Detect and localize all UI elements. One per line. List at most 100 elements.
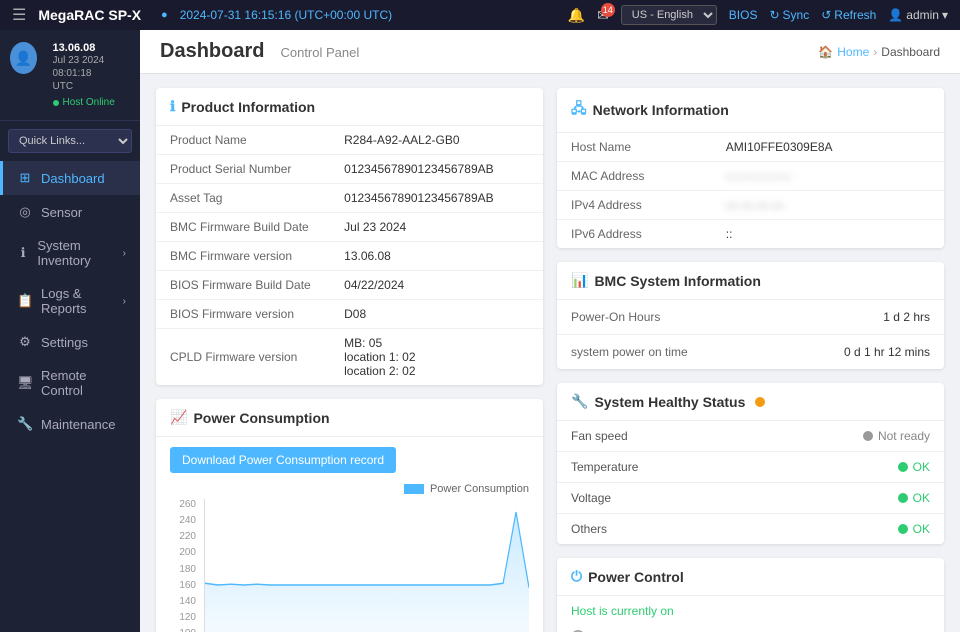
hamburger-icon[interactable]: ☰ <box>12 5 26 25</box>
row-value: 04/22/2024 <box>330 271 543 300</box>
table-row: Product NameR284-A92-AAL2-GB0 <box>156 126 543 155</box>
row-label: Host Name <box>557 133 712 162</box>
network-info-title: Network Information <box>593 102 729 118</box>
healthy-status: OK <box>898 491 930 505</box>
table-row: BMC Firmware Build DateJul 23 2024 <box>156 213 543 242</box>
power-consumption-header: 📈 Power Consumption <box>156 399 543 437</box>
row-value: --- --- --- --- <box>712 191 944 220</box>
breadcrumb-home-link[interactable]: Home <box>837 45 869 59</box>
chart-area: 260240220200180160140120100 <box>170 499 529 632</box>
healthy-status: OK <box>898 522 930 536</box>
topbar-time: 2024-07-31 16:15:16 (UTC+00:00 UTC) <box>180 8 392 22</box>
row-label: Product Serial Number <box>156 155 330 184</box>
bios-button[interactable]: BIOS <box>729 8 758 22</box>
nav-arrow-icon: › <box>123 296 126 307</box>
page-title: Dashboard <box>160 40 264 63</box>
healthy-status: OK <box>898 460 930 474</box>
product-info-title: Product Information <box>181 99 315 115</box>
system-healthy-card: 🔧 System Healthy Status Fan speed Not re… <box>557 383 944 544</box>
healthy-status: Not ready <box>863 429 930 443</box>
system-healthy-header: 🔧 System Healthy Status <box>557 383 944 421</box>
nav-label: Remote Control <box>41 368 126 398</box>
healthy-label: Fan speed <box>571 429 628 443</box>
breadcrumb-current: Dashboard <box>881 45 940 59</box>
row-value: 13.06.08 <box>330 242 543 271</box>
sidebar-item-remote-control[interactable]: 🖥 Remote Control <box>0 359 140 407</box>
yaxis-label: 160 <box>170 580 196 591</box>
chart-legend-label: Power Consumption <box>430 483 529 495</box>
product-info-header: ℹ Product Information <box>156 88 543 126</box>
mail-icon[interactable]: ✉ 14 <box>597 7 609 24</box>
nav-label: Sensor <box>41 205 82 220</box>
status-dot-icon <box>898 524 908 534</box>
power-option-row[interactable]: Power Off <box>557 624 944 632</box>
yaxis-label: 140 <box>170 596 196 607</box>
healthy-row: Temperature OK <box>557 452 944 483</box>
profile-datetime: Jul 23 2024 08:01:18 <box>53 54 130 80</box>
sidebar-item-dashboard[interactable]: ⊞ Dashboard <box>0 161 140 195</box>
yaxis-label: 180 <box>170 564 196 575</box>
status-text: OK <box>913 522 930 536</box>
host-status-dot <box>53 100 59 106</box>
row-label: BMC Firmware version <box>156 242 330 271</box>
row-label: BMC Firmware Build Date <box>156 213 330 242</box>
sidebar-item-logs-&-reports[interactable]: 📋 Logs & Reports › <box>0 277 140 325</box>
row-label: BIOS Firmware version <box>156 300 330 329</box>
bmc-value: 1 d 2 hrs <box>883 310 930 324</box>
power-control-card: ⏻ Power Control Host is currently on Pow… <box>557 558 944 632</box>
breadcrumb: 🏠 Home › Dashboard <box>818 45 940 59</box>
power-consumption-icon: 📈 <box>170 409 187 426</box>
row-value-blurred: -- -- -- -- -- -- <box>726 169 791 183</box>
yaxis-label: 220 <box>170 531 196 542</box>
sidebar-item-sensor[interactable]: ◎ Sensor <box>0 195 140 229</box>
product-info-table: Product NameR284-A92-AAL2-GB0Product Ser… <box>156 126 543 385</box>
power-control-header: ⏻ Power Control <box>557 558 944 596</box>
breadcrumb-home-icon: 🏠 <box>818 45 833 59</box>
sidebar-item-maintenance[interactable]: 🔧 Maintenance <box>0 407 140 441</box>
power-control-title: Power Control <box>588 569 684 585</box>
admin-menu[interactable]: 👤 admin ▾ <box>888 8 948 22</box>
bmc-info-card: 📊 BMC System Information Power-On Hours1… <box>557 262 944 369</box>
alert-bell-icon[interactable]: 🔔 <box>568 7 585 24</box>
nav-icon: ◎ <box>17 204 33 220</box>
chart-inner <box>204 499 529 632</box>
download-power-btn[interactable]: Download Power Consumption record <box>170 447 396 473</box>
host-on-status: Host is currently on <box>557 596 944 624</box>
row-label: Product Name <box>156 126 330 155</box>
product-info-card: ℹ Product Information Product NameR284-A… <box>156 88 543 385</box>
nav-icon: 📋 <box>17 293 33 309</box>
healthy-label: Others <box>571 522 607 536</box>
language-selector[interactable]: US - English <box>621 5 717 25</box>
nav-arrow-icon: › <box>123 248 126 259</box>
bmc-row: Power-On Hours1 d 2 hrs <box>557 300 944 335</box>
host-status: Host Online <box>53 97 130 108</box>
power-consumption-title: Power Consumption <box>193 410 329 426</box>
row-value: -- -- -- -- -- -- <box>712 162 944 191</box>
table-row: IPv6 Address:: <box>557 220 944 249</box>
time-icon: ● <box>161 9 168 21</box>
status-text: Not ready <box>878 429 930 443</box>
table-row: IPv4 Address--- --- --- --- <box>557 191 944 220</box>
firmware-version: 13.06.08 <box>53 42 130 54</box>
mail-badge: 14 <box>601 3 615 17</box>
healthy-row: Others OK <box>557 514 944 544</box>
refresh-button[interactable]: ↺ Refresh <box>821 8 876 22</box>
status-dot-icon <box>863 431 873 441</box>
yaxis-label: 240 <box>170 515 196 526</box>
nav-icon: 🔧 <box>17 416 33 432</box>
row-label: BIOS Firmware Build Date <box>156 271 330 300</box>
row-value: R284-A92-AAL2-GB0 <box>330 126 543 155</box>
row-value-blurred: --- --- --- --- <box>726 198 784 212</box>
system-healthy-title: System Healthy Status <box>594 394 745 410</box>
quicklinks-select[interactable]: Quick Links... <box>8 129 132 153</box>
healthy-row: Voltage OK <box>557 483 944 514</box>
row-label: Asset Tag <box>156 184 330 213</box>
healthy-label: Voltage <box>571 491 611 505</box>
table-row: CPLD Firmware versionMB: 05location 1: 0… <box>156 329 543 386</box>
sidebar-item-settings[interactable]: ⚙ Settings <box>0 325 140 359</box>
nav-label: System Inventory <box>37 238 114 268</box>
sync-button[interactable]: ↻ Sync <box>769 8 809 22</box>
sidebar-item-system-inventory[interactable]: ℹ System Inventory › <box>0 229 140 277</box>
row-label: CPLD Firmware version <box>156 329 330 386</box>
avatar: 👤 <box>10 42 37 74</box>
